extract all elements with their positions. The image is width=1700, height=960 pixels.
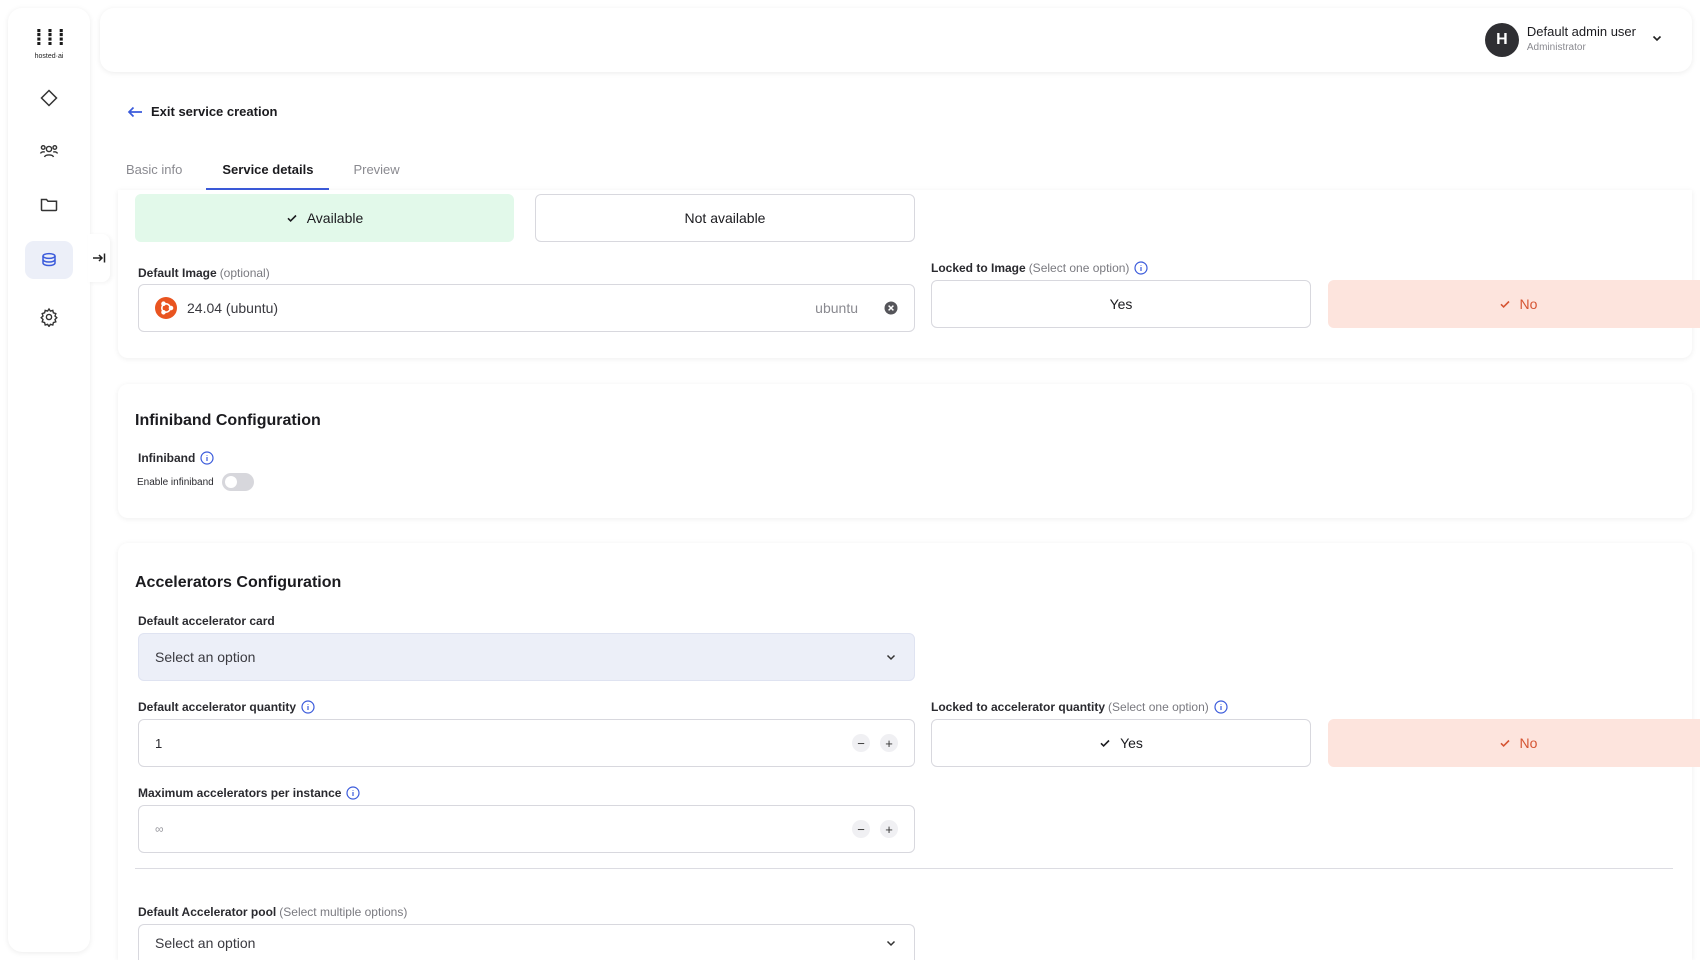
locked-quantity-yes-option[interactable]: Yes	[931, 719, 1311, 767]
sidebar-item-teams[interactable]	[25, 132, 73, 170]
info-icon[interactable]	[1134, 261, 1149, 275]
page: ⁞⁞⁞ hosted·ai H Default admin user Admin…	[0, 0, 1700, 960]
info-icon[interactable]	[1214, 700, 1228, 714]
not-available-option[interactable]: Not available	[535, 194, 915, 242]
default-image-label-text: Default Image	[138, 266, 217, 280]
infiniband-label-text: Infiniband	[138, 451, 196, 465]
clear-icon[interactable]	[884, 301, 898, 315]
user-name: Default admin user	[1526, 24, 1636, 39]
max-stepper-buttons: − +	[852, 820, 898, 838]
decrement-button[interactable]: −	[852, 820, 870, 838]
locked-to-image-label: Locked to Image (Select one option)	[931, 261, 1149, 275]
locked-quantity-no-option[interactable]: No	[1328, 719, 1700, 767]
locked-image-no-option[interactable]: No	[1328, 280, 1700, 328]
user-menu[interactable]: H Default admin user Administrator	[1484, 23, 1664, 57]
decrement-button[interactable]: −	[852, 734, 870, 752]
gear-icon	[40, 307, 58, 327]
default-accelerator-pool-select[interactable]: Select an option	[138, 924, 915, 960]
chevron-down-icon	[886, 654, 896, 661]
increment-button[interactable]: +	[880, 820, 898, 838]
ubuntu-icon	[155, 297, 177, 319]
logo[interactable]: ⁞⁞⁞ hosted·ai	[26, 26, 72, 60]
locked-accelerator-quantity-label-text: Locked to accelerator quantity	[931, 700, 1106, 714]
available-label: Available	[306, 210, 364, 226]
default-accelerator-card-placeholder: Select an option	[155, 649, 256, 665]
sidebar-collapse-button[interactable]	[88, 234, 110, 282]
users-icon	[39, 144, 59, 158]
sidebar: ⁞⁞⁞ hosted·ai	[8, 8, 90, 952]
default-accelerator-quantity-label: Default accelerator quantity	[138, 700, 315, 714]
accelerators-title: Accelerators Configuration	[135, 574, 342, 591]
infiniband-toggle-label: Enable infiniband	[137, 476, 214, 488]
arrow-left-icon	[127, 106, 142, 117]
tab-preview[interactable]: Preview	[353, 158, 399, 190]
sidebar-item-services[interactable]	[25, 241, 73, 279]
max-accelerators-label-text: Maximum accelerators per instance	[138, 786, 342, 800]
not-available-label: Not available	[684, 210, 766, 226]
check-icon	[1499, 300, 1510, 309]
default-accelerator-card-select[interactable]: Select an option	[138, 633, 915, 681]
max-accelerators-placeholder[interactable]: ∞	[155, 822, 852, 836]
sidebar-item-dashboard[interactable]	[25, 79, 73, 117]
user-role: Administrator	[1526, 42, 1586, 53]
tab-service-details[interactable]: Service details	[206, 158, 330, 190]
divider	[135, 868, 1673, 869]
infiniband-toggle[interactable]	[221, 473, 254, 491]
exit-service-creation-label: Exit service creation	[151, 104, 278, 119]
info-icon[interactable]	[200, 451, 214, 465]
top-bar: H Default admin user Administrator	[100, 8, 1692, 72]
locked-image-no-label: No	[1519, 296, 1538, 312]
exit-service-creation-link[interactable]: Exit service creation	[126, 104, 277, 119]
available-option[interactable]: Available	[135, 194, 514, 242]
locked-accelerator-quantity-hint: (Select one option)	[1108, 700, 1209, 714]
infiniband-toggle-row: Enable infiniband	[137, 473, 254, 491]
default-accelerator-pool-placeholder: Select an option	[155, 934, 256, 951]
diamond-icon	[40, 89, 58, 107]
locked-image-yes-label: Yes	[1109, 296, 1133, 312]
max-accelerators-label: Maximum accelerators per instance	[138, 786, 361, 800]
user-info: Default admin user Administrator	[1527, 24, 1636, 56]
info-icon[interactable]	[301, 700, 315, 714]
default-image-label: Default Image (optional)	[138, 266, 270, 280]
stack-icon	[42, 252, 56, 267]
collapse-arrow-icon	[93, 253, 106, 263]
sidebar-item-files[interactable]	[25, 185, 73, 223]
increment-button[interactable]: +	[880, 734, 898, 752]
locked-image-yes-option[interactable]: Yes	[931, 280, 1311, 328]
locked-quantity-yes-label: Yes	[1120, 735, 1143, 751]
logo-text: hosted·ai	[34, 53, 64, 60]
quantity-stepper-buttons: − +	[852, 734, 898, 752]
info-icon[interactable]	[346, 786, 361, 800]
tab-bar: Basic info Service details Preview	[126, 158, 440, 190]
default-accelerator-pool-label: Default Accelerator pool (Select multipl…	[138, 905, 407, 919]
default-accelerator-pool-label-text: Default Accelerator pool	[138, 905, 277, 919]
default-accelerator-quantity-label-text: Default accelerator quantity	[138, 700, 297, 714]
chevron-down-icon	[886, 940, 896, 946]
default-accelerator-quantity-value[interactable]: 1	[155, 736, 852, 751]
check-icon	[1100, 739, 1110, 748]
locked-to-image-label-text: Locked to Image	[931, 261, 1026, 275]
chevron-down-icon	[1650, 31, 1664, 50]
infiniband-title: Infiniband Configuration	[135, 412, 321, 429]
logo-mark: ⁞⁞⁞	[32, 26, 68, 51]
default-accelerator-card-label: Default accelerator card	[138, 614, 275, 628]
check-icon	[287, 214, 297, 223]
check-icon	[1499, 739, 1510, 748]
locked-accelerator-quantity-label: Locked to accelerator quantity (Select o…	[931, 700, 1228, 714]
default-image-field[interactable]: 24.04 (ubuntu) ubuntu	[138, 284, 915, 332]
sidebar-item-settings[interactable]	[25, 298, 73, 336]
default-accelerator-quantity-stepper[interactable]: 1 − +	[138, 719, 915, 767]
locked-to-image-hint: (Select one option)	[1028, 261, 1130, 275]
tab-basic-info[interactable]: Basic info	[126, 158, 182, 190]
infiniband-card	[118, 384, 1692, 518]
max-accelerators-stepper[interactable]: ∞ − +	[138, 805, 915, 853]
avatar: H	[1484, 23, 1519, 57]
infiniband-label: Infiniband	[138, 451, 214, 465]
default-image-optional: (optional)	[219, 266, 270, 280]
default-accelerator-pool-hint: (Select multiple options)	[279, 905, 408, 919]
default-image-value: 24.04 (ubuntu)	[187, 300, 279, 316]
default-image-suffix: ubuntu	[815, 300, 858, 316]
locked-quantity-no-label: No	[1519, 735, 1538, 751]
folder-icon	[40, 198, 58, 212]
